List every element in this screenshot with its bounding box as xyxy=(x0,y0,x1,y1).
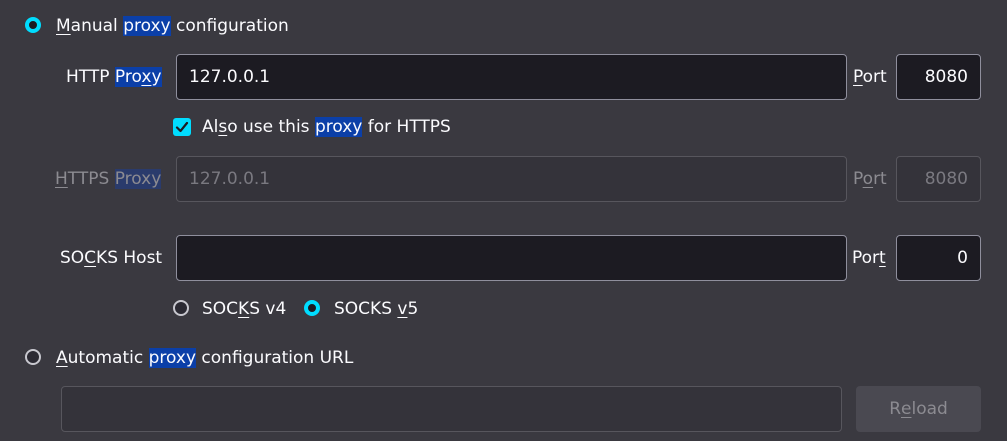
checkmark-icon xyxy=(175,121,189,133)
socks-v5-radio[interactable] xyxy=(304,300,320,316)
socks-host-label: SOCKS Host xyxy=(60,248,163,268)
reload-button: Re load xyxy=(856,386,981,432)
https-port-input: 8080 xyxy=(896,156,981,202)
http-port-label: Port xyxy=(853,67,887,87)
manual-proxy-label[interactable]: Manual proxy configuration xyxy=(56,13,289,39)
socks-v4-radio[interactable] xyxy=(173,300,189,316)
https-proxy-input: 127.0.0.1 xyxy=(176,156,847,202)
http-proxy-input[interactable]: 127.0.0.1 xyxy=(176,54,847,100)
socks-v4-label[interactable]: SOCKS v4 xyxy=(202,296,286,322)
socks-port-label: Port xyxy=(852,248,886,268)
auto-proxy-radio[interactable] xyxy=(25,349,41,365)
auto-proxy-url-input xyxy=(61,386,842,432)
also-https-checkbox[interactable] xyxy=(173,118,191,136)
http-proxy-label: HTTP Proxy xyxy=(66,67,162,87)
socks-host-input[interactable] xyxy=(176,235,847,281)
socks-port-input[interactable]: 0 xyxy=(896,235,981,281)
https-proxy-label: HTTPS Proxy xyxy=(55,169,162,189)
manual-proxy-radio[interactable] xyxy=(25,17,41,33)
also-https-label[interactable]: Also use this proxy for HTTPS xyxy=(202,114,451,140)
http-port-input[interactable]: 8080 xyxy=(896,54,981,100)
https-port-label: Port xyxy=(853,169,887,189)
auto-proxy-label[interactable]: Automatic proxy configuration URL xyxy=(56,345,353,371)
socks-v5-label[interactable]: SOCKS v5 xyxy=(334,296,418,322)
